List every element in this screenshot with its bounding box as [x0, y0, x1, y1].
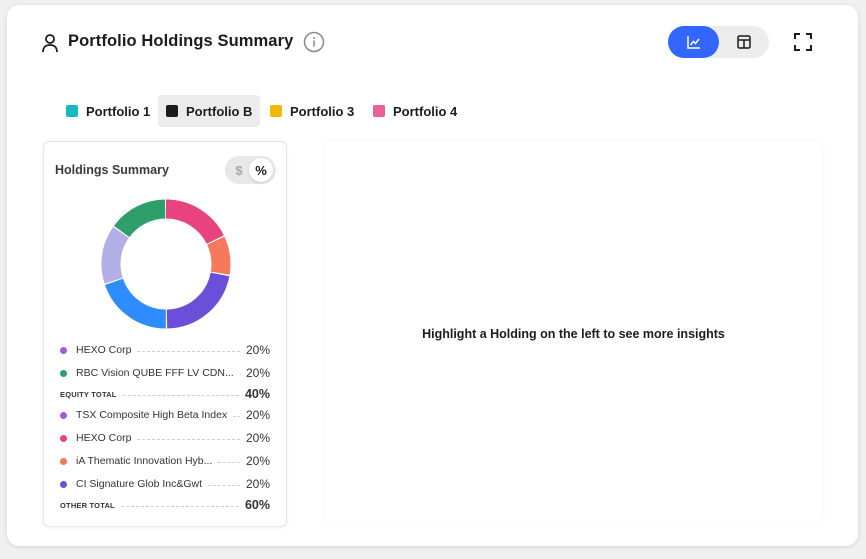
table-icon	[736, 35, 751, 49]
leader-line	[122, 394, 239, 396]
holding-dot	[60, 457, 67, 465]
portfolio-tab-label: Portfolio 1	[86, 103, 151, 119]
portfolio-tab-label: Portfolio B	[186, 103, 253, 119]
portfolio-3-swatch	[270, 105, 282, 117]
percent-unit-button[interactable]: %	[249, 158, 273, 182]
leader-line	[137, 438, 240, 440]
holding-dot	[60, 346, 67, 354]
portfolio-b-swatch	[166, 105, 178, 117]
holdings-donut-chart	[101, 199, 231, 329]
holding-name: iA Thematic Innovation Hyb...	[76, 455, 213, 467]
portfolio-tab-label: Portfolio 4	[393, 103, 458, 119]
dollar-unit-button[interactable]: $	[227, 158, 251, 182]
leader-line	[233, 415, 240, 417]
holding-dot	[60, 411, 67, 419]
holding-row[interactable]: CI Signature Glob Inc&Gwt 20%	[60, 476, 270, 492]
user-icon	[42, 34, 58, 53]
holdings-summary-title: Holdings Summary	[55, 163, 169, 177]
total-percent: 40%	[244, 387, 270, 401]
leader-line	[137, 350, 240, 352]
expand-icon[interactable]	[792, 31, 814, 53]
holding-name: TSX Composite High Beta Index	[76, 409, 228, 421]
holding-row[interactable]: iA Thematic Innovation Hyb... 20%	[60, 453, 270, 469]
holding-percent: 20%	[245, 477, 270, 491]
holding-row[interactable]: HEXO Corp 20%	[60, 430, 270, 446]
portfolio-tab-1[interactable]: Portfolio 1	[58, 95, 158, 127]
equity-total-row: EQUITY TOTAL 40%	[60, 386, 270, 402]
table-view-button[interactable]	[718, 26, 769, 58]
holding-percent: 20%	[245, 343, 270, 357]
holdings-summary-panel: Holdings Summary $ % HEXO Corp 20% RBC V…	[43, 141, 287, 527]
holding-name: CI Signature Glob Inc&Gwt	[76, 478, 203, 490]
line-chart-icon	[686, 36, 700, 49]
total-percent: 60%	[244, 498, 270, 512]
portfolio-tab-3[interactable]: Portfolio 3	[262, 95, 362, 127]
view-toggle	[668, 26, 769, 58]
holding-row[interactable]: TSX Composite High Beta Index 20%	[60, 407, 270, 423]
total-label: EQUITY TOTAL	[60, 389, 117, 399]
leader-line	[218, 461, 240, 463]
other-total-row: OTHER TOTAL 60%	[60, 497, 270, 513]
holding-percent: 20%	[245, 454, 270, 468]
holding-dot	[60, 369, 67, 377]
insights-message: Highlight a Holding on the left to see m…	[422, 327, 725, 341]
portfolio-4-swatch	[373, 105, 385, 117]
holding-name: HEXO Corp	[76, 432, 132, 444]
holding-dot	[60, 480, 67, 488]
holding-name: HEXO Corp	[76, 344, 132, 356]
holding-row[interactable]: RBC Vision QUBE FFF LV CDN... 20%	[60, 365, 270, 381]
info-icon[interactable]	[303, 31, 325, 53]
holding-percent: 20%	[245, 408, 270, 422]
total-label: OTHER TOTAL	[60, 500, 115, 510]
leader-line	[208, 484, 240, 486]
portfolio-tab-b[interactable]: Portfolio B	[158, 95, 261, 127]
portfolio-tab-4[interactable]: Portfolio 4	[365, 95, 465, 127]
page-title: Portfolio Holdings Summary	[68, 32, 294, 50]
portfolio-tab-label: Portfolio 3	[290, 103, 355, 119]
chart-view-button[interactable]	[668, 26, 719, 58]
holding-percent: 20%	[245, 366, 270, 380]
insights-panel: Highlight a Holding on the left to see m…	[325, 141, 822, 521]
leader-line	[120, 505, 239, 507]
holding-dot	[60, 434, 67, 442]
holding-name: RBC Vision QUBE FFF LV CDN...	[76, 367, 234, 379]
holding-percent: 20%	[245, 431, 270, 445]
holding-row[interactable]: HEXO Corp 20%	[60, 342, 270, 358]
unit-toggle: $ %	[225, 156, 276, 184]
portfolio-1-swatch	[66, 105, 78, 117]
